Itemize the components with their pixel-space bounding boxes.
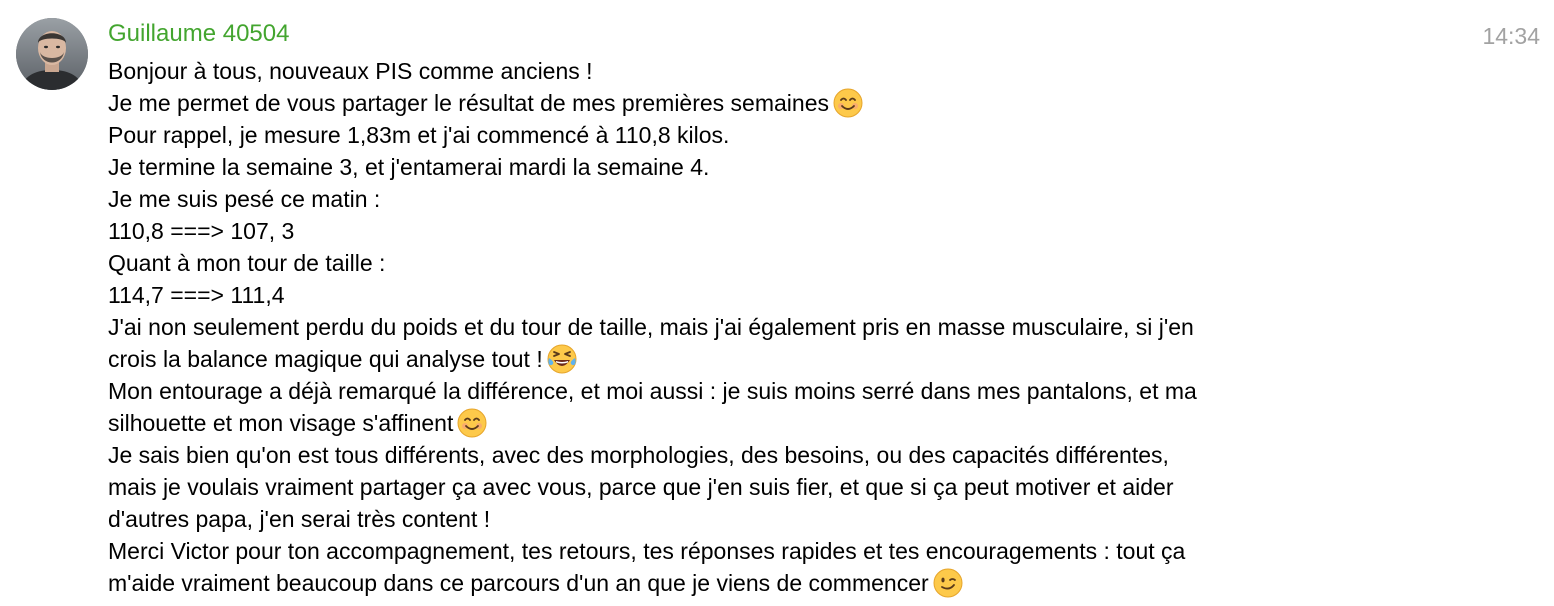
message-timestamp: 14:34 xyxy=(1482,23,1540,49)
message-line: Bonjour à tous, nouveaux PIS comme ancie… xyxy=(108,58,593,84)
message-line: d'autres papa, j'en serai très content ! xyxy=(108,506,491,532)
message-line: J'ai non seulement perdu du poids et du … xyxy=(108,314,1194,340)
message-body: Bonjour à tous, nouveaux PIS comme ancie… xyxy=(108,55,1408,599)
smiling-face-emoji-icon xyxy=(457,408,487,438)
message-line: mais je voulais vraiment partager ça ave… xyxy=(108,474,1174,500)
message-line: Je me suis pesé ce matin : xyxy=(108,186,381,212)
avatar[interactable] xyxy=(16,18,88,90)
message-line: Je me permet de vous partager le résulta… xyxy=(108,87,1408,119)
message-line: Pour rappel, je mesure 1,83m et j'ai com… xyxy=(108,122,730,148)
sender-name[interactable]: Guillaume 40504 xyxy=(108,18,289,50)
message-line: Merci Victor pour ton accompagnement, te… xyxy=(108,538,1186,564)
chat-message: Guillaume 40504 Bonjour à tous, nouveaux… xyxy=(108,18,1548,599)
message-line: crois la balance magique qui analyse tou… xyxy=(108,343,1408,375)
avatar-photo xyxy=(16,18,88,90)
message-line: Mon entourage a déjà remarqué la différe… xyxy=(108,378,1197,404)
smiling-face-emoji-icon xyxy=(833,88,863,118)
message-line: Je termine la semaine 3, et j'entamerai … xyxy=(108,154,710,180)
winking-face-emoji-icon xyxy=(933,568,963,598)
message-line: m'aide vraiment beaucoup dans ce parcour… xyxy=(108,567,1408,599)
message-line: Quant à mon tour de taille : xyxy=(108,250,386,276)
message-line: silhouette et mon visage s'affinent xyxy=(108,407,1408,439)
message-line: 114,7 ===> 111,4 xyxy=(108,282,285,308)
tears-of-joy-emoji-icon xyxy=(547,344,577,374)
message-line: Je sais bien qu'on est tous différents, … xyxy=(108,442,1169,468)
message-line: 110,8 ===> 107, 3 xyxy=(108,218,295,244)
